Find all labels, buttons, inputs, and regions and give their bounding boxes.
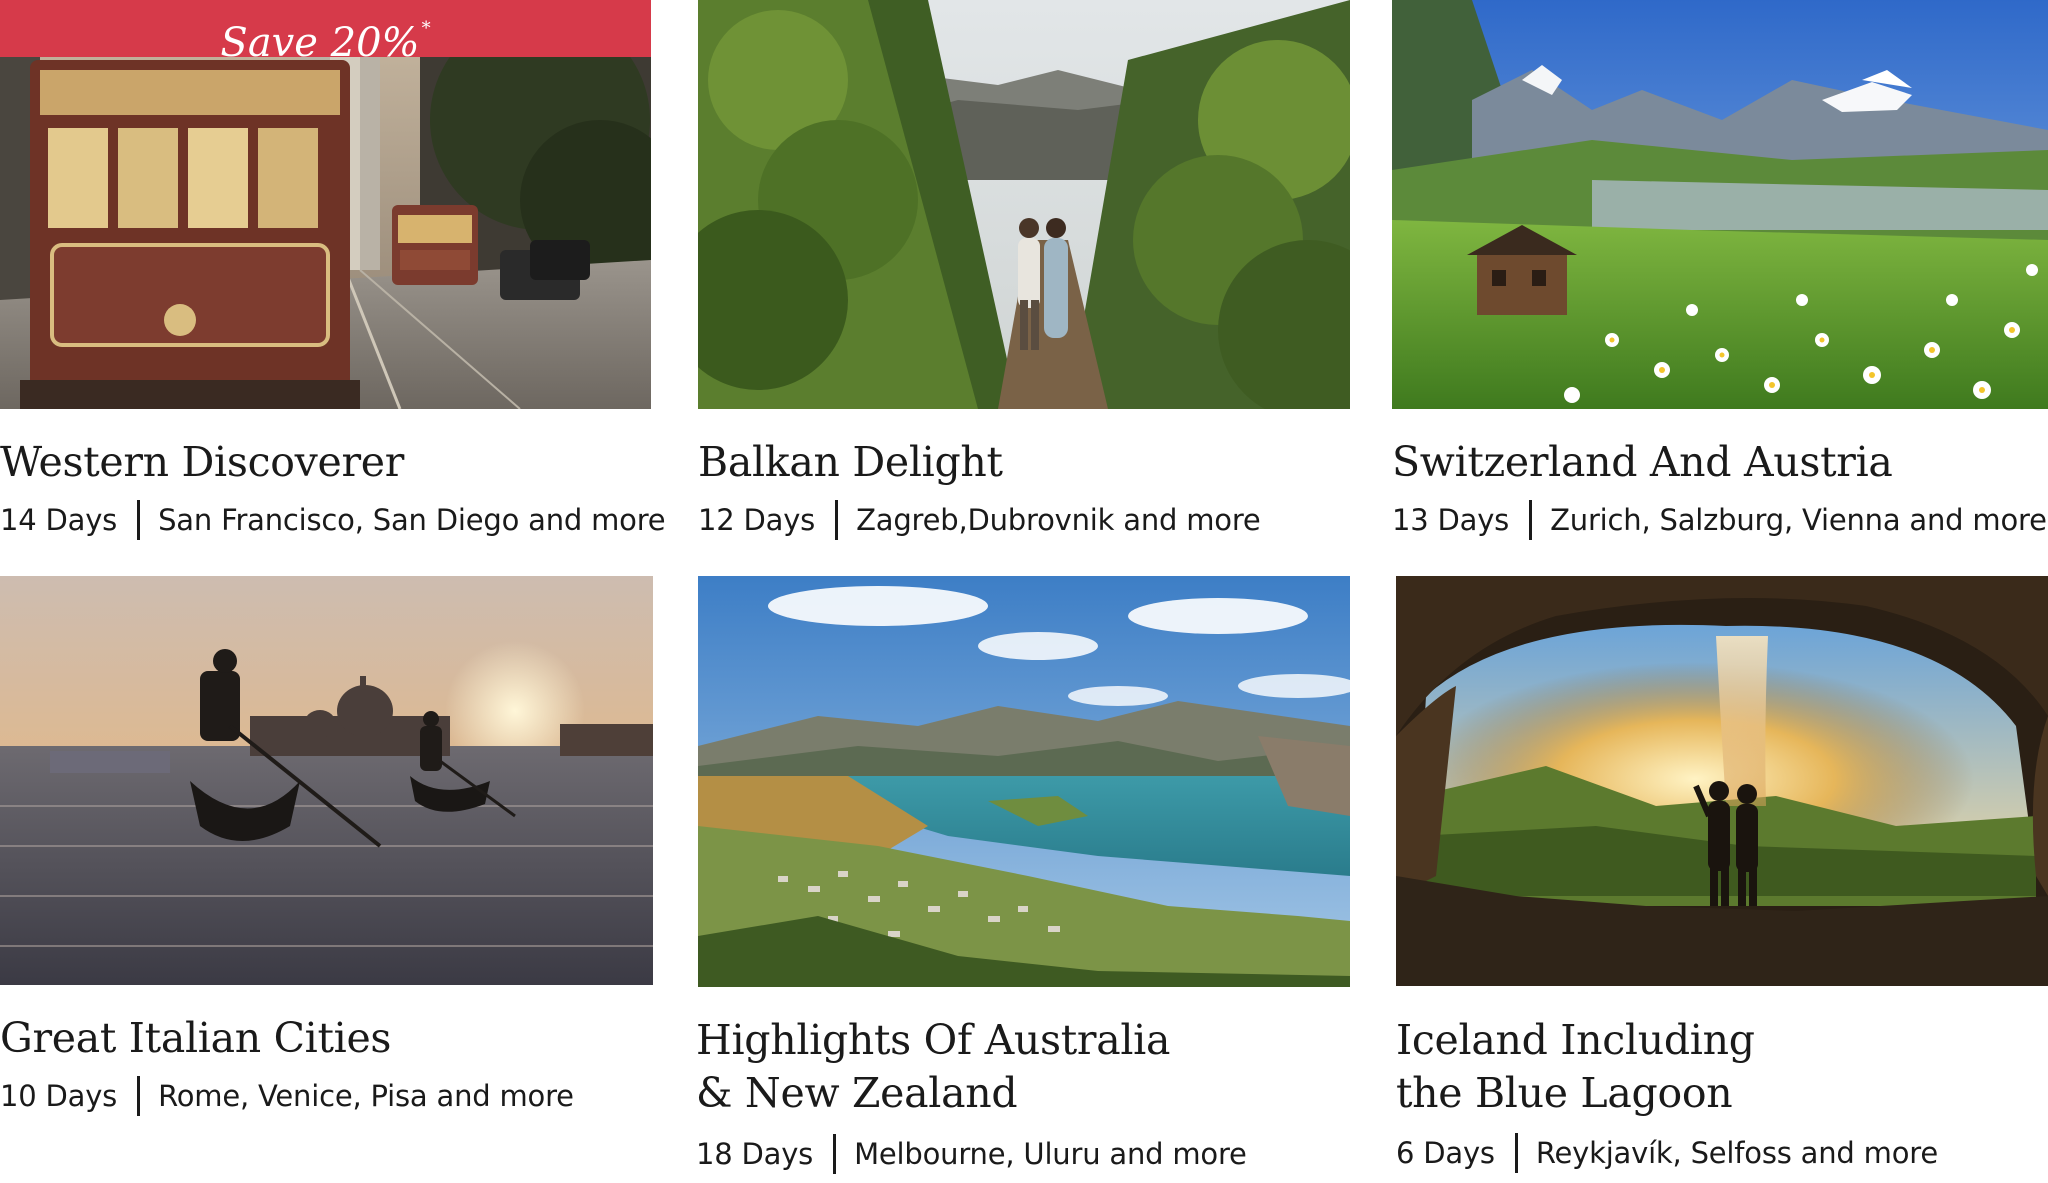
tour-title-line: Great Italian Cities: [0, 1014, 392, 1062]
meta-divider: [1514, 1133, 1518, 1173]
tour-title-line: the Blue Lagoon: [1396, 1069, 1733, 1117]
tour-destinations: San Francisco, San Diego and more: [158, 503, 666, 537]
tour-title[interactable]: Balkan Delight: [698, 436, 1003, 489]
tour-destinations: Rome, Venice, Pisa and more: [158, 1079, 574, 1113]
tour-duration: 18 Days: [696, 1137, 814, 1171]
meta-divider: [1529, 500, 1533, 540]
tour-destinations: Zagreb,Dubrovnik and more: [856, 503, 1261, 537]
tour-card-switzerland-austria[interactable]: Switzerland And Austria 13 Days Zurich, …: [1392, 0, 2048, 550]
tour-title-line: Western Discoverer: [0, 438, 405, 486]
tour-photo[interactable]: [698, 576, 1350, 987]
tour-title-line: Balkan Delight: [698, 438, 1003, 486]
tour-title[interactable]: Great Italian Cities: [0, 1012, 391, 1065]
tour-title[interactable]: Switzerland And Austria: [1392, 436, 1893, 489]
tour-destinations: Zurich, Salzburg, Vienna and more: [1550, 503, 2047, 537]
tour-title[interactable]: Highlights Of Australia & New Zealand: [696, 1014, 1170, 1120]
tour-title-line: Iceland Including: [1396, 1016, 1755, 1064]
vineyard-couple-image: [698, 0, 1350, 409]
meta-divider: [137, 500, 141, 540]
queenstown-lake-image: [698, 576, 1350, 987]
tour-card-balkan-delight[interactable]: Balkan Delight 12 Days Zagreb,Dubrovnik …: [698, 0, 1358, 550]
tour-destinations: Melbourne, Uluru and more: [854, 1137, 1247, 1171]
tour-title-line: & New Zealand: [696, 1069, 1018, 1117]
meta-divider: [835, 500, 839, 540]
tour-destinations: Reykjavík, Selfoss and more: [1535, 1136, 1938, 1170]
discount-badge-text: Save 20%: [220, 20, 420, 66]
alpine-meadow-chalet-image: [1392, 0, 2048, 409]
tour-duration: 14 Days: [0, 503, 118, 537]
meta-divider: [137, 1076, 141, 1116]
discount-footnote-mark: *: [421, 18, 431, 39]
venice-gondolas-sunset-image: [0, 576, 653, 985]
tour-meta: 6 Days Reykjavík, Selfoss and more: [1396, 1131, 1938, 1175]
waterfall-cave-couple-image: [1396, 576, 2048, 986]
tour-meta: 13 Days Zurich, Salzburg, Vienna and mor…: [1392, 498, 2047, 542]
tour-photo[interactable]: [1396, 576, 2048, 986]
tour-duration: 13 Days: [1392, 503, 1510, 537]
tour-title[interactable]: Western Discoverer: [0, 436, 404, 489]
tour-title[interactable]: Iceland Including the Blue Lagoon: [1396, 1014, 1755, 1120]
tour-duration: 12 Days: [698, 503, 816, 537]
tour-duration: 10 Days: [0, 1079, 118, 1113]
tour-card-western-discoverer[interactable]: Save 20% * Western Discoverer 14 Days San…: [0, 0, 666, 550]
tour-meta: 10 Days Rome, Venice, Pisa and more: [0, 1074, 574, 1118]
tour-meta: 18 Days Melbourne, Uluru and more: [696, 1132, 1247, 1176]
tour-photo[interactable]: [698, 0, 1350, 409]
tour-photo[interactable]: [0, 576, 653, 985]
tour-photo[interactable]: [1392, 0, 2048, 409]
tour-duration: 6 Days: [1396, 1136, 1495, 1170]
tour-card-great-italian-cities[interactable]: Great Italian Cities 10 Days Rome, Venic…: [0, 576, 660, 1136]
discount-badge: Save 20% *: [0, 0, 651, 66]
meta-divider: [833, 1134, 837, 1174]
tour-card-australia-new-zealand[interactable]: Highlights Of Australia & New Zealand 18…: [696, 576, 1356, 1183]
tour-meta: 14 Days San Francisco, San Diego and mor…: [0, 498, 666, 542]
tour-title-line: Highlights Of Australia: [696, 1016, 1171, 1064]
tour-title-line: Switzerland And Austria: [1392, 438, 1893, 486]
tour-card-iceland-blue-lagoon[interactable]: Iceland Including the Blue Lagoon 6 Days…: [1396, 576, 2048, 1183]
tour-meta: 12 Days Zagreb,Dubrovnik and more: [698, 498, 1261, 542]
